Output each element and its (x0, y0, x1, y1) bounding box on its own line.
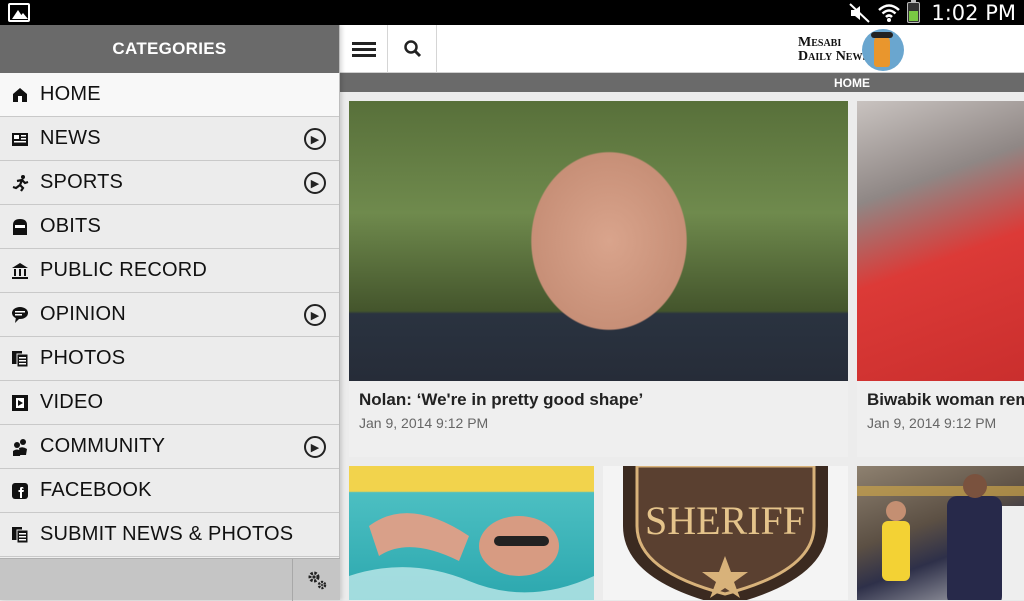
miner-emblem-icon (862, 29, 905, 71)
film-icon (11, 394, 29, 412)
menu-item-label: NEWS (40, 127, 101, 149)
menu-item-public-record[interactable]: PUBLIC RECORD (0, 249, 339, 293)
menu-item-label: SUBMIT NEWS & PHOTOS (40, 523, 294, 545)
mesabi-daily-news-logo[interactable]: Mesabi Daily News (798, 29, 905, 71)
menu-item-sports[interactable]: SPORTS ▶ (0, 161, 339, 205)
chevron-right-icon[interactable]: ▶ (304, 304, 326, 326)
article-card[interactable] (349, 466, 594, 600)
menu-button[interactable] (340, 25, 388, 73)
menu-item-news[interactable]: NEWS ▶ (0, 117, 339, 161)
runner-icon (11, 174, 29, 192)
documents-icon (11, 350, 29, 368)
menu-item-home[interactable]: HOME (0, 73, 339, 117)
chevron-right-icon[interactable]: ▶ (304, 128, 326, 150)
menu-item-label: FACEBOOK (40, 479, 152, 501)
article-card[interactable]: SHERIFF (603, 466, 848, 600)
menu-item-label: OBITS (40, 215, 102, 237)
menu-item-label: PUBLIC RECORD (40, 259, 208, 281)
menu-item-opinion[interactable]: OPINION ▶ (0, 293, 339, 337)
menu-item-submit-news-photos[interactable]: SUBMIT NEWS & PHOTOS (0, 513, 339, 557)
mute-icon (849, 2, 871, 23)
article-date: Jan 9, 2014 9:12 PM (867, 415, 997, 431)
settings-gear-icon[interactable] (292, 559, 340, 601)
menu-item-photos[interactable]: PHOTOS (0, 337, 339, 381)
article-photo (349, 101, 848, 381)
bank-icon (11, 262, 29, 280)
app-toolbar: Mesabi Daily News (340, 25, 1024, 73)
facebook-icon (11, 482, 29, 500)
chevron-right-icon[interactable]: ▶ (304, 436, 326, 458)
tombstone-icon (11, 218, 29, 236)
article-grid: Nolan: ‘We're in pretty good shape’ Jan … (340, 92, 1024, 600)
menu-item-label: PHOTOS (40, 347, 126, 369)
drawer-title: CATEGORIES (0, 25, 339, 73)
menu-item-label: HOME (40, 83, 101, 105)
sheriff-badge-photo: SHERIFF (603, 466, 848, 600)
article-title: Biwabik woman rem (867, 390, 1024, 409)
menu-item-label: SPORTS (40, 171, 124, 193)
menu-item-video[interactable]: VIDEO (0, 381, 339, 425)
wifi-icon (878, 3, 901, 22)
search-icon (403, 40, 421, 58)
status-clock: 1:02 PM (931, 0, 1016, 25)
battery-icon (907, 0, 921, 23)
categories-drawer: CATEGORIES HOME NEWS ▶ SPORTS ▶ OBITS PU… (0, 25, 340, 601)
logo-line1: Mesabi (798, 35, 842, 50)
sheriff-text: SHERIFF (645, 498, 805, 543)
documents-icon (11, 526, 29, 544)
section-title: HOME (340, 73, 1024, 92)
article-card[interactable]: Biwabik woman rem Jan 9, 2014 9:12 PM (857, 101, 1024, 457)
article-photo (857, 101, 1024, 381)
article-card[interactable] (857, 466, 1024, 600)
article-title: Nolan: ‘We're in pretty good shape’ (359, 390, 644, 409)
menu-item-label: COMMUNITY (40, 435, 166, 457)
menu-item-label: OPINION (40, 303, 126, 325)
status-bar: 1:02 PM (0, 0, 1024, 25)
home-icon (11, 86, 29, 104)
article-card[interactable]: Nolan: ‘We're in pretty good shape’ Jan … (349, 101, 848, 457)
search-button[interactable] (389, 25, 437, 73)
newspaper-icon (11, 130, 29, 148)
article-date: Jan 9, 2014 9:12 PM (359, 415, 489, 431)
gallery-notification-icon (8, 3, 30, 22)
drawer-footer (0, 558, 340, 601)
basketball-photo (857, 466, 1024, 600)
chevron-right-icon[interactable]: ▶ (304, 172, 326, 194)
people-icon (11, 438, 29, 456)
speech-bubble-icon (11, 306, 29, 324)
hamburger-icon (351, 39, 376, 60)
menu-item-community[interactable]: COMMUNITY ▶ (0, 425, 339, 469)
menu-item-facebook[interactable]: FACEBOOK (0, 469, 339, 513)
swimmer-photo (349, 466, 594, 600)
logo-line2: Daily News (798, 49, 869, 64)
menu-item-label: VIDEO (40, 391, 104, 413)
menu-item-obits[interactable]: OBITS (0, 205, 339, 249)
main-content: Mesabi Daily News HOME Nolan: ‘We're in … (340, 25, 1024, 600)
